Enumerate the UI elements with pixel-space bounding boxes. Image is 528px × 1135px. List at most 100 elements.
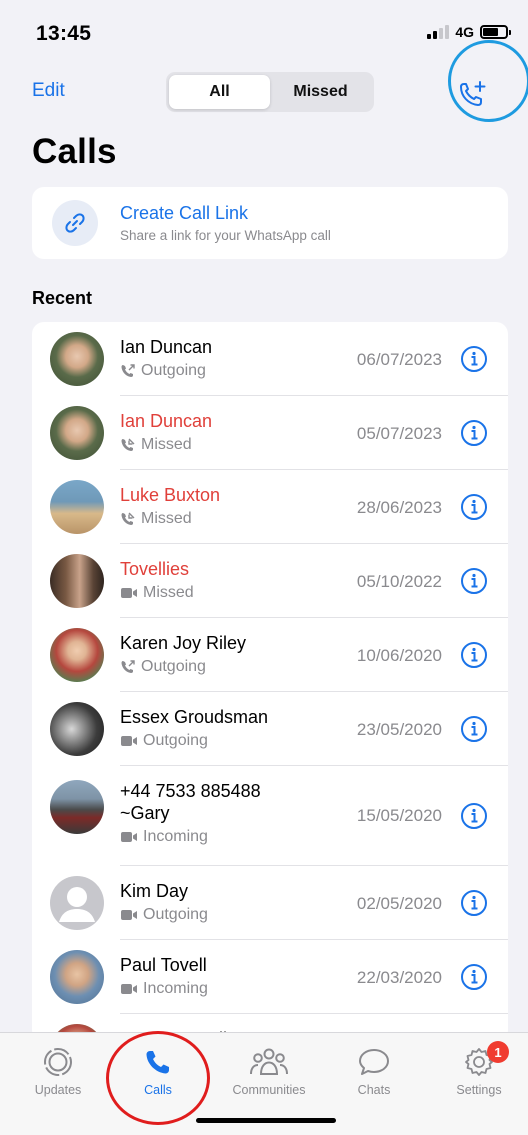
default-avatar-icon bbox=[59, 887, 95, 922]
avatar bbox=[50, 876, 104, 930]
tab-chats[interactable]: Chats bbox=[324, 1045, 424, 1097]
tab-updates[interactable]: Updates bbox=[8, 1045, 108, 1097]
call-direction: Missed bbox=[141, 436, 192, 453]
call-row[interactable]: Tovellies Missed 05/10/2022 bbox=[32, 544, 508, 618]
call-direction: Missed bbox=[141, 510, 192, 527]
avatar bbox=[50, 406, 104, 460]
call-row[interactable]: Kim Day Outgoing 02/05/2020 bbox=[32, 866, 508, 940]
avatar bbox=[50, 780, 104, 834]
avatar bbox=[50, 554, 104, 608]
avatar bbox=[50, 628, 104, 682]
call-date: 28/06/2023 bbox=[356, 498, 442, 517]
page-title: Calls bbox=[32, 132, 117, 171]
missed-call-icon bbox=[121, 512, 135, 525]
create-call-link-title: Create Call Link bbox=[120, 203, 249, 223]
call-direction: Outgoing bbox=[143, 906, 208, 923]
annotation-circle-new-call bbox=[448, 40, 528, 122]
call-date: 05/10/2022 bbox=[356, 572, 442, 591]
tab-settings[interactable]: Settings 1 bbox=[429, 1041, 528, 1097]
call-type: Missed bbox=[120, 436, 212, 454]
info-icon[interactable] bbox=[460, 715, 488, 743]
contact-number: +44 7533 885488 bbox=[120, 781, 261, 801]
info-icon[interactable] bbox=[460, 641, 488, 669]
avatar bbox=[50, 702, 104, 756]
call-row[interactable]: Ian Duncan Missed 05/07/2023 bbox=[32, 396, 508, 470]
calls-filter-segmented-control: All Missed bbox=[166, 72, 374, 112]
home-indicator bbox=[196, 1118, 336, 1123]
video-call-icon bbox=[121, 984, 137, 994]
link-icon-container bbox=[52, 200, 98, 246]
link-icon bbox=[65, 213, 85, 233]
call-type: Missed bbox=[120, 584, 194, 602]
video-call-icon bbox=[121, 736, 137, 746]
call-type: Outgoing bbox=[120, 658, 246, 676]
recent-section-header: Recent bbox=[32, 288, 93, 308]
call-direction: Outgoing bbox=[141, 658, 206, 675]
contact-name: Essex Groudsman bbox=[120, 707, 269, 727]
video-call-icon bbox=[121, 832, 137, 842]
call-direction: Missed bbox=[143, 584, 194, 601]
tab-label: Settings bbox=[456, 1083, 502, 1097]
call-row[interactable]: Essex Groudsman Outgoing 23/05/2020 bbox=[32, 692, 508, 766]
contact-name: Ian Duncan bbox=[120, 411, 213, 431]
segment-all[interactable]: All bbox=[169, 75, 270, 109]
calls-list: Ian Duncan Outgoing 06/07/2023 Ian Dunca… bbox=[32, 322, 508, 1042]
annotation-circle-calls-tab bbox=[106, 1031, 210, 1125]
call-direction: Outgoing bbox=[143, 732, 208, 749]
tab-label: Communities bbox=[232, 1083, 306, 1097]
missed-call-icon bbox=[121, 438, 135, 451]
tab-communities[interactable]: Communities bbox=[219, 1045, 319, 1097]
contact-name: Karen Joy Riley bbox=[120, 633, 247, 653]
tab-label: Updates bbox=[34, 1083, 82, 1097]
call-type: Outgoing bbox=[120, 732, 268, 750]
info-icon[interactable] bbox=[460, 802, 488, 830]
network-type: 4G bbox=[455, 24, 474, 40]
create-call-link-subtitle: Share a link for your WhatsApp call bbox=[120, 228, 331, 243]
video-call-icon bbox=[121, 910, 137, 920]
contact-name: Ian Duncan bbox=[120, 337, 213, 357]
call-date: 23/05/2020 bbox=[356, 720, 442, 739]
call-date: 22/03/2020 bbox=[356, 968, 442, 987]
call-date: 05/07/2023 bbox=[356, 424, 442, 443]
communities-icon bbox=[250, 1048, 288, 1075]
call-row[interactable]: Ian Duncan Outgoing 06/07/2023 bbox=[32, 322, 508, 396]
signal-icon bbox=[427, 25, 450, 39]
info-icon[interactable] bbox=[460, 963, 488, 991]
updates-icon bbox=[44, 1048, 72, 1076]
call-row[interactable]: Paul Tovell Incoming 22/03/2020 bbox=[32, 940, 508, 1014]
status-bar: 13:45 4G bbox=[0, 0, 528, 62]
status-indicators: 4G bbox=[427, 24, 511, 40]
call-type: Incoming bbox=[120, 828, 261, 846]
call-date: 10/06/2020 bbox=[356, 646, 442, 665]
segment-missed[interactable]: Missed bbox=[270, 75, 371, 109]
video-call-icon bbox=[121, 588, 137, 598]
outgoing-call-icon bbox=[121, 660, 135, 673]
avatar bbox=[50, 950, 104, 1004]
battery-icon bbox=[480, 25, 511, 39]
call-date: 02/05/2020 bbox=[356, 894, 442, 913]
status-time: 13:45 bbox=[36, 22, 92, 45]
call-type: Missed bbox=[120, 510, 220, 528]
tab-label: Chats bbox=[357, 1083, 391, 1097]
call-direction: Incoming bbox=[143, 828, 208, 845]
contact-push-name: ~Gary bbox=[120, 803, 170, 823]
notification-badge: 1 bbox=[487, 1041, 509, 1063]
call-row[interactable]: +44 7533 885488 ~Gary Incoming 15/05/202… bbox=[32, 766, 508, 866]
avatar bbox=[50, 480, 104, 534]
info-icon[interactable] bbox=[460, 345, 488, 373]
info-icon[interactable] bbox=[460, 419, 488, 447]
call-direction: Outgoing bbox=[141, 362, 206, 379]
outgoing-call-icon bbox=[121, 364, 135, 377]
call-row[interactable]: Karen Joy Riley Outgoing 10/06/2020 bbox=[32, 618, 508, 692]
info-icon[interactable] bbox=[460, 567, 488, 595]
info-icon[interactable] bbox=[460, 889, 488, 917]
create-call-link-texts: Create Call Link Share a link for your W… bbox=[120, 203, 331, 243]
call-type: Incoming bbox=[120, 980, 208, 998]
info-icon[interactable] bbox=[460, 493, 488, 521]
avatar bbox=[50, 332, 104, 386]
call-date: 06/07/2023 bbox=[356, 350, 442, 369]
call-date: 15/05/2020 bbox=[356, 806, 442, 825]
edit-button[interactable]: Edit bbox=[32, 80, 65, 102]
call-row[interactable]: Luke Buxton Missed 28/06/2023 bbox=[32, 470, 508, 544]
create-call-link-card[interactable]: Create Call Link Share a link for your W… bbox=[32, 187, 508, 259]
